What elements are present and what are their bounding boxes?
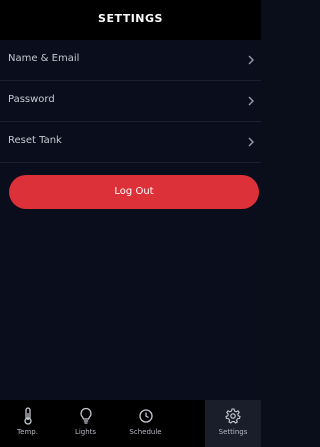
tab-bar: Temp. Lights Schedule Settings [0,400,261,447]
tab-label: Schedule [129,428,162,436]
settings-item-reset-tank[interactable]: Reset Tank [0,122,261,163]
clock-icon [138,409,153,423]
page-title: SETTINGS [98,12,163,25]
tab-label: Lights [74,428,97,436]
settings-list: Name & Email Password Reset Tank [0,40,261,163]
settings-item-label: Password [8,94,55,105]
settings-item-name-email[interactable]: Name & Email [0,40,261,81]
chevron-right-icon [248,137,254,147]
tab-temp[interactable]: Temp. [0,400,55,447]
settings-screen: SETTINGS Name & Email Password Reset Tan… [0,0,261,447]
gear-icon [225,408,241,424]
thermometer-icon [23,407,32,425]
chevron-right-icon [248,55,254,65]
logout-button[interactable]: Log Out [9,175,259,209]
header-bar: SETTINGS [0,0,261,40]
settings-item-label: Reset Tank [8,135,62,146]
settings-item-label: Name & Email [8,53,80,64]
lightbulb-icon [79,407,92,424]
tab-label: Temp. [17,428,38,436]
settings-item-password[interactable]: Password [0,81,261,122]
tab-label: Settings [218,428,248,436]
tab-lights[interactable]: Lights [58,400,113,447]
tab-schedule[interactable]: Schedule [118,400,173,447]
tab-settings[interactable]: Settings [205,400,261,447]
chevron-right-icon [248,96,254,106]
